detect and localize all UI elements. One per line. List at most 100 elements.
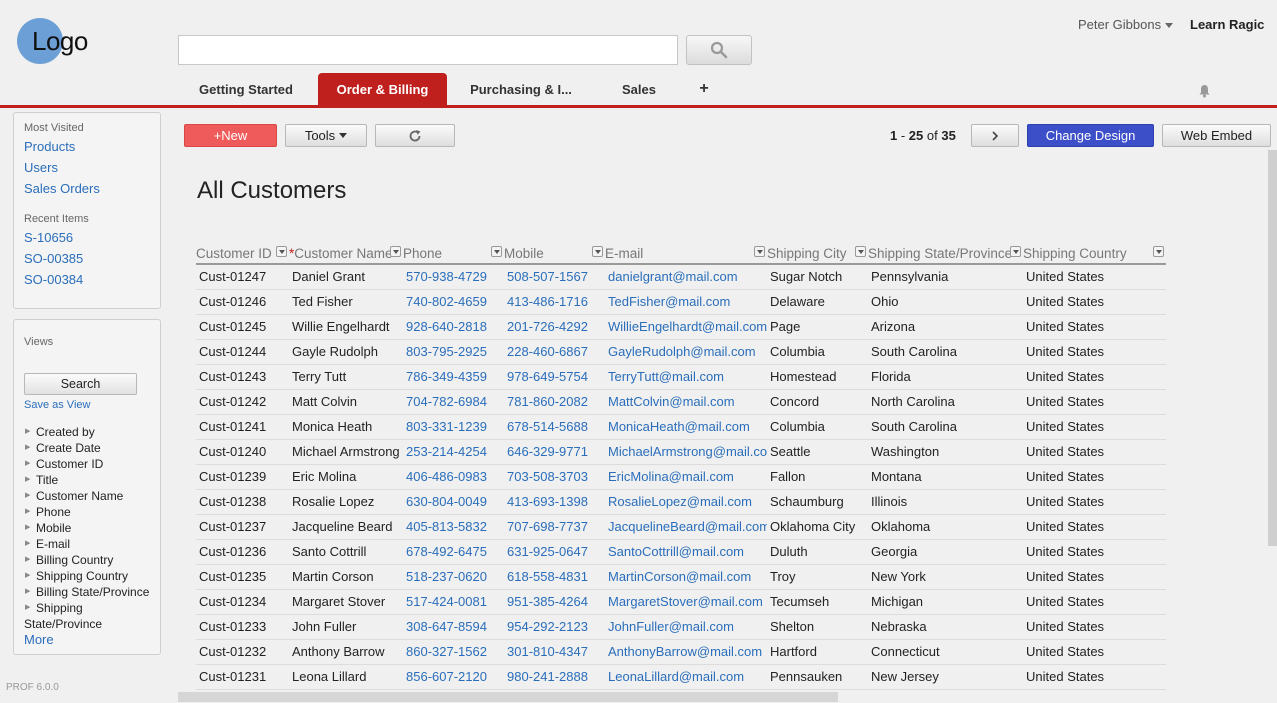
cell-phone[interactable]: 678-492-6475 <box>403 539 504 565</box>
most-visited-products[interactable]: Products <box>24 139 75 154</box>
tab-purchasing[interactable]: Purchasing & I... <box>462 73 580 105</box>
cell-mobile[interactable]: 781-860-2082 <box>504 389 605 415</box>
cell-mobile[interactable]: 980-241-2888 <box>504 664 605 690</box>
table-row[interactable]: Cust-01241 Monica Heath 803-331-1239 678-51… <box>196 414 1166 440</box>
cell-phone[interactable]: 630-804-0049 <box>403 489 504 515</box>
table-row[interactable]: Cust-01236 Santo Cottrill 678-492-6475 631-… <box>196 539 1166 565</box>
cell-email[interactable]: AnthonyBarrow@mail.com <box>605 639 767 665</box>
sort-menu-icon[interactable] <box>754 246 765 257</box>
cell-phone[interactable]: 570-938-4729 <box>403 264 504 290</box>
more-fields-link[interactable]: More <box>24 632 54 647</box>
table-row[interactable]: Cust-01243 Terry Tutt 786-349-4359 978-649-… <box>196 364 1166 390</box>
sort-menu-icon[interactable] <box>491 246 502 257</box>
cell-email[interactable]: GayleRudolph@mail.com <box>605 339 767 365</box>
most-visited-users[interactable]: Users <box>24 160 58 175</box>
column-header[interactable]: Shipping State/Province <box>868 243 1023 265</box>
table-row[interactable]: Cust-01235 Martin Corson 518-237-0620 618-5… <box>196 564 1166 590</box>
vertical-scrollbar[interactable] <box>1268 150 1277 546</box>
add-tab-button[interactable]: + <box>692 73 716 105</box>
tab-order-billing[interactable]: Order & Billing <box>318 73 447 105</box>
cell-mobile[interactable]: 951-385-4264 <box>504 589 605 615</box>
column-header[interactable]: Shipping City <box>767 243 868 265</box>
recent-item[interactable]: SO-00384 <box>24 272 83 287</box>
field-filter-item[interactable]: Phone <box>24 504 158 520</box>
cell-phone[interactable]: 803-331-1239 <box>403 414 504 440</box>
cell-email[interactable]: SantoCottrill@mail.com <box>605 539 767 565</box>
cell-phone[interactable]: 405-813-5832 <box>403 514 504 540</box>
field-filter-item[interactable]: Billing State/Province <box>24 584 158 600</box>
field-filter-item[interactable]: Created by <box>24 424 158 440</box>
cell-mobile[interactable]: 631-925-0647 <box>504 539 605 565</box>
cell-email[interactable]: MonicaHeath@mail.com <box>605 414 767 440</box>
tools-menu-button[interactable]: Tools <box>285 124 367 147</box>
cell-phone[interactable]: 786-349-4359 <box>403 364 504 390</box>
field-filter-item[interactable]: Customer ID <box>24 456 158 472</box>
column-header[interactable]: E-mail <box>605 243 767 265</box>
change-design-button[interactable]: Change Design <box>1027 124 1154 147</box>
field-filter-item[interactable]: E-mail <box>24 536 158 552</box>
cell-phone[interactable]: 704-782-6984 <box>403 389 504 415</box>
column-header[interactable]: Mobile <box>504 243 605 265</box>
cell-mobile[interactable]: 201-726-4292 <box>504 314 605 340</box>
save-as-view-link[interactable]: Save as View <box>24 399 90 411</box>
cell-email[interactable]: JacquelineBeard@mail.com <box>605 514 767 540</box>
table-row[interactable]: Cust-01246 Ted Fisher 740-802-4659 413-486-… <box>196 289 1166 315</box>
sort-menu-icon[interactable] <box>1010 246 1021 257</box>
table-row[interactable]: Cust-01234 Margaret Stover 517-424-0081 951… <box>196 589 1166 615</box>
cell-email[interactable]: MargaretStover@mail.com <box>605 589 767 615</box>
cell-email[interactable]: LeonaLillard@mail.com <box>605 664 767 690</box>
cell-email[interactable]: MattColvin@mail.com <box>605 389 767 415</box>
field-filter-item[interactable]: Customer Name <box>24 488 158 504</box>
table-row[interactable]: Cust-01240 Michael Armstrong 253-214-4254 6… <box>196 439 1166 465</box>
tab-getting-started[interactable]: Getting Started <box>186 73 306 105</box>
cell-mobile[interactable]: 978-649-5754 <box>504 364 605 390</box>
learn-ragic-link[interactable]: Learn Ragic <box>1190 17 1264 32</box>
table-row[interactable]: Cust-01245 Willie Engelhardt 928-640-2818 2… <box>196 314 1166 340</box>
field-filter-item[interactable]: Create Date <box>24 440 158 456</box>
global-search-input[interactable] <box>178 35 678 65</box>
cell-mobile[interactable]: 618-558-4831 <box>504 564 605 590</box>
cell-mobile[interactable]: 413-486-1716 <box>504 289 605 315</box>
tab-sales[interactable]: Sales <box>608 73 670 105</box>
table-row[interactable]: Cust-01242 Matt Colvin 704-782-6984 781-860… <box>196 389 1166 415</box>
cell-email[interactable]: JohnFuller@mail.com <box>605 614 767 640</box>
cell-email[interactable]: danielgrant@mail.com <box>605 264 767 290</box>
global-search-button[interactable] <box>686 35 752 65</box>
next-page-button[interactable] <box>971 124 1019 147</box>
field-filter-item[interactable]: Billing Country <box>24 552 158 568</box>
field-filter-item[interactable]: Shipping Country <box>24 568 158 584</box>
bell-icon[interactable] <box>1198 84 1211 98</box>
new-record-button[interactable]: +New <box>184 124 277 147</box>
cell-email[interactable]: EricMolina@mail.com <box>605 464 767 490</box>
table-row[interactable]: Cust-01231 Leona Lillard 856-607-2120 980-2… <box>196 664 1166 690</box>
cell-mobile[interactable]: 228-460-6867 <box>504 339 605 365</box>
table-row[interactable]: Cust-01238 Rosalie Lopez 630-804-0049 413-6… <box>196 489 1166 515</box>
table-row[interactable]: Cust-01247 Daniel Grant 570-938-4729 508-50… <box>196 264 1166 290</box>
table-row[interactable]: Cust-01244 Gayle Rudolph 803-795-2925 228-4… <box>196 339 1166 365</box>
field-filter-item[interactable]: Mobile <box>24 520 158 536</box>
cell-mobile[interactable]: 707-698-7737 <box>504 514 605 540</box>
cell-email[interactable]: WillieEngelhardt@mail.com <box>605 314 767 340</box>
most-visited-sales-orders[interactable]: Sales Orders <box>24 181 100 196</box>
cell-email[interactable]: TerryTutt@mail.com <box>605 364 767 390</box>
cell-email[interactable]: MichaelArmstrong@mail.com <box>605 439 767 465</box>
field-filter-item-continuation[interactable]: State/Province <box>24 616 158 632</box>
sort-menu-icon[interactable] <box>855 246 866 257</box>
cell-phone[interactable]: 518-237-0620 <box>403 564 504 590</box>
sort-menu-icon[interactable] <box>276 246 287 257</box>
sort-menu-icon[interactable] <box>592 246 603 257</box>
cell-phone[interactable]: 406-486-0983 <box>403 464 504 490</box>
cell-phone[interactable]: 928-640-2818 <box>403 314 504 340</box>
cell-mobile[interactable]: 954-292-2123 <box>504 614 605 640</box>
user-menu[interactable]: Peter Gibbons <box>1078 17 1174 32</box>
views-search-button[interactable]: Search <box>24 373 137 395</box>
table-row[interactable]: Cust-01239 Eric Molina 406-486-0983 703-508… <box>196 464 1166 490</box>
cell-phone[interactable]: 856-607-2120 <box>403 664 504 690</box>
column-header[interactable]: Phone <box>403 243 504 265</box>
refresh-button[interactable] <box>375 124 455 147</box>
cell-phone[interactable]: 860-327-1562 <box>403 639 504 665</box>
cell-mobile[interactable]: 301-810-4347 <box>504 639 605 665</box>
column-header[interactable]: Customer ID <box>196 243 289 265</box>
cell-mobile[interactable]: 678-514-5688 <box>504 414 605 440</box>
cell-phone[interactable]: 740-802-4659 <box>403 289 504 315</box>
